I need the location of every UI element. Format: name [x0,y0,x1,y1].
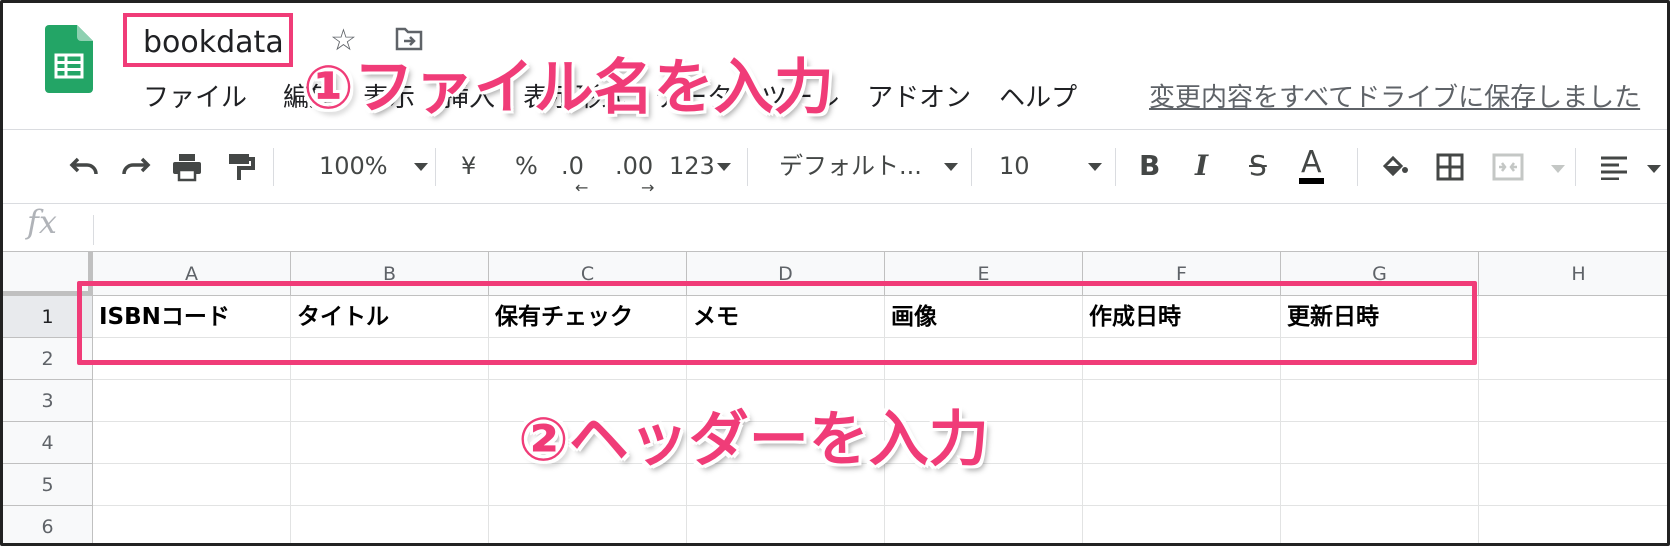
row-header-6[interactable]: 6 [3,506,93,543]
document-title[interactable]: bookdata [143,25,284,60]
zoom-value: 100% [319,152,388,180]
more-formats-button[interactable]: 123 [669,148,731,184]
strikethrough-button[interactable]: S [1249,148,1267,184]
arrow-right-icon: → [641,178,655,197]
cell-a3[interactable] [93,380,291,422]
cell-g5[interactable] [1281,464,1479,506]
cell-g4[interactable] [1281,422,1479,464]
cell-b6[interactable] [291,506,489,543]
zoom-select[interactable]: 100% [319,148,428,184]
toolbar: 100% ¥ % .0 ← .00 → 123 デフォルト... 10 B I S … [3,130,1667,204]
spreadsheet-window: bookdata ☆ ファイル 編集 表示 挿入 表示形式 データ ツール アド… [0,0,1670,546]
cell-g3[interactable] [1281,380,1479,422]
toolbar-divider [747,148,748,186]
cell-f4[interactable] [1083,422,1281,464]
text-color-button[interactable]: A [1299,148,1324,184]
cell-d6[interactable] [687,506,885,543]
align-left-icon[interactable] [1599,154,1629,180]
decrease-decimal-button[interactable]: .0 ← [561,148,588,197]
row-header-4[interactable]: 4 [3,422,93,464]
percent-button[interactable]: % [515,148,538,184]
header-highlight-box [77,281,1477,365]
chevron-down-icon[interactable] [1647,165,1661,173]
cell-a5[interactable] [93,464,291,506]
cell-e6[interactable] [885,506,1083,543]
column-header-h[interactable]: H [1479,252,1667,296]
cell-a6[interactable] [93,506,291,543]
redo-icon[interactable] [121,156,151,178]
fx-label: fx [27,203,57,241]
cell-b3[interactable] [291,380,489,422]
cell-h1[interactable] [1479,296,1667,338]
cell-f6[interactable] [1083,506,1281,543]
cell-h3[interactable] [1479,380,1667,422]
more-formats-label: 123 [669,152,715,180]
print-icon[interactable] [171,152,203,182]
toolbar-divider [1357,148,1358,186]
paint-format-icon[interactable] [225,152,255,182]
toolbar-divider [971,148,972,186]
menu-help[interactable]: ヘルプ [999,77,1077,114]
chevron-down-icon [413,163,428,171]
cell-h2[interactable] [1479,338,1667,380]
font-select[interactable]: デフォルト... [779,148,958,184]
formula-divider [93,215,94,245]
chevron-down-icon[interactable] [1551,165,1565,173]
menu-file[interactable]: ファイル [143,77,247,114]
toolbar-divider [1115,148,1116,186]
cell-h5[interactable] [1479,464,1667,506]
arrow-left-icon: ← [575,178,589,197]
currency-button[interactable]: ¥ [461,148,476,184]
merge-cells-icon[interactable] [1491,152,1525,182]
chevron-down-icon [1087,163,1102,171]
step2-annotation: ②ヘッダーを入力 [518,405,989,475]
save-status[interactable]: 変更内容をすべてドライブに保存しました [1149,77,1640,114]
menu-addons[interactable]: アドオン [867,77,971,114]
cell-a4[interactable] [93,422,291,464]
bold-button[interactable]: B [1139,148,1160,184]
cell-h4[interactable] [1479,422,1667,464]
toolbar-divider [273,148,274,186]
font-value: デフォルト... [779,152,922,180]
borders-icon[interactable] [1435,152,1465,182]
cell-b5[interactable] [291,464,489,506]
undo-icon[interactable] [69,156,99,178]
cell-h6[interactable] [1479,506,1667,543]
cell-f5[interactable] [1083,464,1281,506]
formula-input[interactable] [103,209,1643,245]
row-header-3[interactable]: 3 [3,380,93,422]
cell-g6[interactable] [1281,506,1479,543]
cell-b4[interactable] [291,422,489,464]
toolbar-divider [1575,148,1576,186]
toolbar-divider [435,148,436,186]
sheets-logo-icon[interactable] [45,25,93,93]
increase-decimal-button[interactable]: .00 → [615,148,654,197]
font-size-value: 10 [999,152,1030,180]
step1-annotation: ①ファイル名を入力 [303,53,834,123]
fill-color-icon[interactable] [1379,152,1411,182]
toolbar-divider-bottom [3,203,1667,204]
cell-c6[interactable] [489,506,687,543]
row-header-5[interactable]: 5 [3,464,93,506]
font-size-select[interactable]: 10 [999,148,1102,184]
chevron-down-icon [716,163,731,171]
italic-button[interactable]: I [1195,148,1208,184]
chevron-down-icon [943,163,958,171]
cell-f3[interactable] [1083,380,1281,422]
